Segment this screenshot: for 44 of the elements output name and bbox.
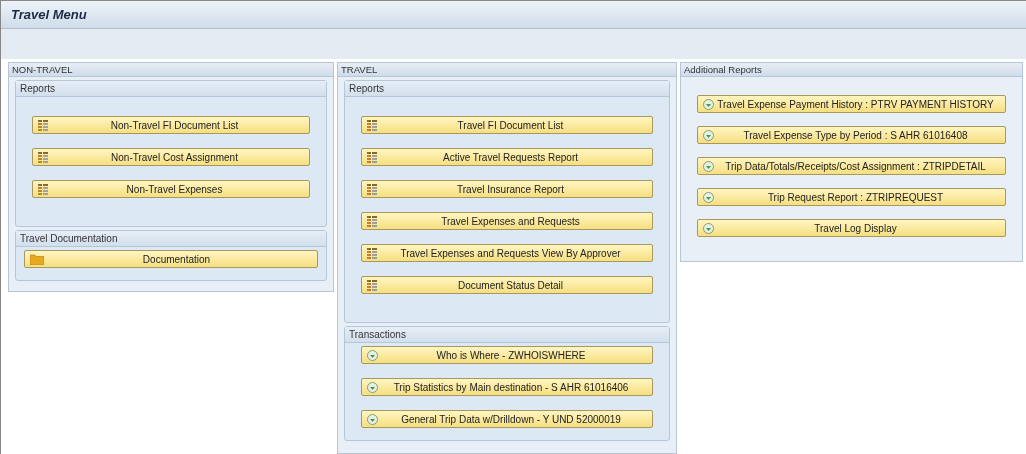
folder-icon [30, 253, 44, 265]
execute-icon [703, 98, 714, 110]
menu-button[interactable]: Trip Statistics by Main destination - S AHR 61016406 [361, 378, 653, 396]
menu-button[interactable]: Non-Travel Expenses [32, 180, 310, 198]
execute-icon [703, 191, 714, 203]
report-icon [38, 119, 48, 131]
menu-button[interactable]: Who is Where - ZWHOISWHERE [361, 346, 653, 364]
menu-button[interactable]: General Trip Data w/Drilldown - Y UND 52000019 [361, 410, 653, 428]
menu-button[interactable]: Travel Expense Payment History : PTRV PAYMENT HISTORY [697, 95, 1006, 113]
menu-button[interactable]: Travel Expenses and Requests [361, 212, 653, 230]
execute-icon [367, 381, 378, 393]
menu-button[interactable]: Travel FI Document List [361, 116, 653, 134]
menu-button[interactable]: Travel Log Display [697, 219, 1006, 237]
column-title: TRAVEL [338, 63, 676, 77]
execute-icon [703, 160, 714, 172]
report-icon [367, 151, 377, 163]
menu-button[interactable]: Trip Data/Totals/Receipts/Cost Assignment : ZTRIPDETAIL [697, 157, 1006, 175]
menu-button[interactable]: Active Travel Requests Report [361, 148, 653, 166]
execute-icon [367, 413, 378, 425]
report-icon [367, 247, 377, 259]
report-icon [367, 279, 377, 291]
column-title: Additional Reports [681, 63, 1022, 77]
group-title: Transactions [345, 327, 669, 343]
report-icon [38, 183, 48, 195]
menu-button[interactable]: Travel Expenses and Requests View By Approver [361, 244, 653, 262]
menu-button[interactable]: Non-Travel Cost Assignment [32, 148, 310, 166]
menu-button[interactable]: Non-Travel FI Document List [32, 116, 310, 134]
column-title: NON-TRAVEL [9, 63, 333, 77]
report-icon [367, 215, 377, 227]
execute-icon [367, 349, 378, 361]
window-title: Travel Menu [1, 1, 1026, 29]
menu-button[interactable]: Documentation [24, 250, 318, 268]
group-title: Reports [16, 81, 326, 97]
group-title: Reports [345, 81, 669, 97]
menu-button[interactable]: Travel Insurance Report [361, 180, 653, 198]
execute-icon [703, 222, 714, 234]
execute-icon [703, 129, 714, 141]
menu-button[interactable]: Travel Expense Type by Period : S AHR 61016408 [697, 126, 1006, 144]
report-icon [367, 183, 377, 195]
report-icon [38, 151, 48, 163]
menu-button[interactable]: Document Status Detail [361, 276, 653, 294]
group-title: Travel Documentation [16, 231, 326, 247]
report-icon [367, 119, 377, 131]
menu-button[interactable]: Trip Request Report : ZTRIPREQUEST [697, 188, 1006, 206]
